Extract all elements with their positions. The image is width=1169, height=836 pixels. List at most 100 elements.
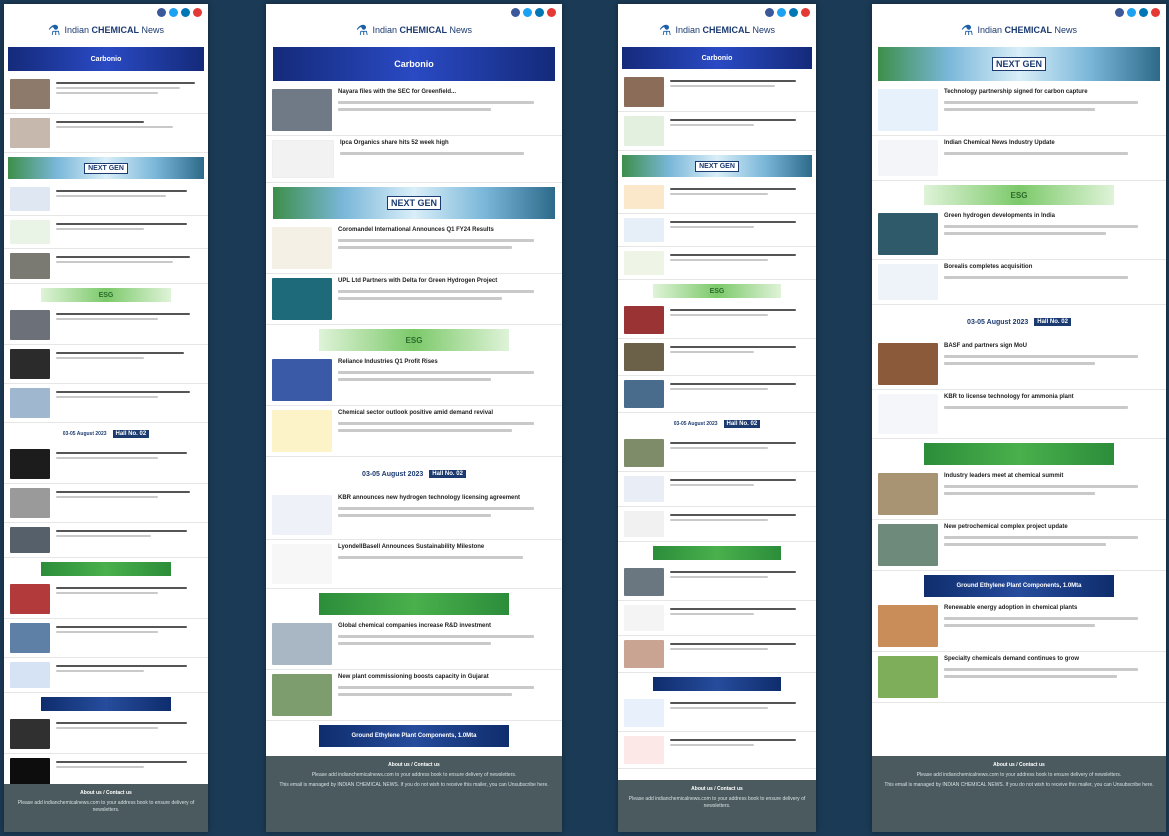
- article-title[interactable]: Green hydrogen developments in India: [944, 213, 1160, 221]
- article-item[interactable]: [618, 302, 816, 339]
- article-item[interactable]: [4, 183, 208, 216]
- article-title[interactable]: Global chemical companies increase R&D i…: [338, 623, 556, 631]
- article-item[interactable]: New petrochemical complex project update: [872, 520, 1166, 571]
- esg-banner[interactable]: ESG: [41, 288, 171, 302]
- article-title[interactable]: BASF and partners sign MoU: [944, 343, 1160, 351]
- article-item[interactable]: Global chemical companies increase R&D i…: [266, 619, 562, 670]
- linkedin-icon[interactable]: [1139, 8, 1148, 17]
- article-item[interactable]: [618, 339, 816, 376]
- twitter-icon[interactable]: [169, 8, 178, 17]
- youtube-icon[interactable]: [193, 8, 202, 17]
- facebook-icon[interactable]: [511, 8, 520, 17]
- article-title[interactable]: Nayara files with the SEC for Greenfield…: [338, 89, 556, 97]
- green-india-banner[interactable]: 03-05 August 2023 Hall No. 02: [319, 461, 509, 487]
- article-item[interactable]: [618, 732, 816, 769]
- article-item[interactable]: [4, 216, 208, 249]
- ethylene-banner[interactable]: [41, 697, 171, 711]
- site-logo[interactable]: ⚗ Indian CHEMICAL News: [4, 21, 208, 43]
- esg-banner[interactable]: ESG: [319, 329, 509, 351]
- article-item[interactable]: Ipca Organics share hits 52 week high: [266, 136, 562, 183]
- article-title[interactable]: Indian Chemical News Industry Update: [944, 140, 1160, 148]
- carbonio-banner[interactable]: Carbonio: [622, 47, 812, 69]
- article-item[interactable]: [4, 249, 208, 284]
- article-item[interactable]: Reliance Industries Q1 Profit Rises: [266, 355, 562, 406]
- green-banner[interactable]: [319, 593, 509, 615]
- article-item[interactable]: [4, 445, 208, 484]
- article-item[interactable]: LyondellBasell Announces Sustainability …: [266, 540, 562, 589]
- article-item[interactable]: [4, 75, 208, 114]
- nextgen-banner[interactable]: NEXT GEN: [8, 157, 204, 179]
- article-item[interactable]: [4, 619, 208, 658]
- site-logo[interactable]: ⚗ Indian CHEMICAL News: [266, 21, 562, 43]
- article-item[interactable]: [4, 384, 208, 423]
- article-item[interactable]: [618, 214, 816, 247]
- article-item[interactable]: [618, 507, 816, 542]
- article-title[interactable]: Renewable energy adoption in chemical pl…: [944, 605, 1160, 613]
- article-item[interactable]: [4, 114, 208, 153]
- article-item[interactable]: [4, 715, 208, 754]
- article-item[interactable]: [618, 636, 816, 673]
- article-item[interactable]: [4, 345, 208, 384]
- article-item[interactable]: Borealis completes acquisition: [872, 260, 1166, 305]
- green-india-banner[interactable]: 03-05 August 2023 Hall No. 02: [653, 417, 781, 431]
- esg-banner[interactable]: ESG: [653, 284, 781, 298]
- article-item[interactable]: [4, 523, 208, 558]
- article-title[interactable]: KBR announces new hydrogen technology li…: [338, 495, 556, 503]
- article-title[interactable]: Chemical sector outlook positive amid de…: [338, 410, 556, 418]
- article-item[interactable]: [4, 658, 208, 693]
- article-title[interactable]: New plant commissioning boosts capacity …: [338, 674, 556, 682]
- linkedin-icon[interactable]: [181, 8, 190, 17]
- article-item[interactable]: KBR announces new hydrogen technology li…: [266, 491, 562, 540]
- site-logo[interactable]: ⚗ Indian CHEMICAL News: [872, 21, 1166, 43]
- article-title[interactable]: Ipca Organics share hits 52 week high: [340, 140, 556, 148]
- article-item[interactable]: Nayara files with the SEC for Greenfield…: [266, 85, 562, 136]
- article-item[interactable]: Technology partnership signed for carbon…: [872, 85, 1166, 136]
- article-item[interactable]: [618, 601, 816, 636]
- article-item[interactable]: Renewable energy adoption in chemical pl…: [872, 601, 1166, 652]
- article-title[interactable]: Coromandel International Announces Q1 FY…: [338, 227, 556, 235]
- carbonio-banner[interactable]: Carbonio: [8, 47, 204, 71]
- nextgen-banner[interactable]: NEXT GEN: [273, 187, 555, 219]
- article-item[interactable]: [618, 247, 816, 280]
- twitter-icon[interactable]: [777, 8, 786, 17]
- article-item[interactable]: [618, 112, 816, 151]
- article-item[interactable]: UPL Ltd Partners with Delta for Green Hy…: [266, 274, 562, 325]
- article-title[interactable]: UPL Ltd Partners with Delta for Green Hy…: [338, 278, 556, 286]
- facebook-icon[interactable]: [157, 8, 166, 17]
- article-item[interactable]: Industry leaders meet at chemical summit: [872, 469, 1166, 520]
- ethylene-banner[interactable]: [653, 677, 781, 691]
- article-item[interactable]: [618, 564, 816, 601]
- article-item[interactable]: New plant commissioning boosts capacity …: [266, 670, 562, 721]
- article-title[interactable]: Borealis completes acquisition: [944, 264, 1160, 272]
- green-india-banner[interactable]: 03-05 August 2023 Hall No. 02: [924, 309, 1114, 335]
- ethylene-banner[interactable]: Ground Ethylene Plant Components, 1.0Mta: [924, 575, 1114, 597]
- twitter-icon[interactable]: [523, 8, 532, 17]
- esg-banner[interactable]: ESG: [924, 185, 1114, 205]
- nextgen-banner[interactable]: NEXT GEN: [622, 155, 812, 177]
- article-item[interactable]: KBR to license technology for ammonia pl…: [872, 390, 1166, 439]
- article-item[interactable]: BASF and partners sign MoU: [872, 339, 1166, 390]
- article-item[interactable]: Green hydrogen developments in India: [872, 209, 1166, 260]
- nextgen-banner[interactable]: NEXT GEN: [878, 47, 1160, 81]
- article-item[interactable]: Chemical sector outlook positive amid de…: [266, 406, 562, 457]
- facebook-icon[interactable]: [765, 8, 774, 17]
- article-item[interactable]: [4, 306, 208, 345]
- green-banner[interactable]: [924, 443, 1114, 465]
- article-title[interactable]: Specialty chemicals demand continues to …: [944, 656, 1160, 664]
- article-item[interactable]: [618, 472, 816, 507]
- youtube-icon[interactable]: [801, 8, 810, 17]
- article-item[interactable]: [618, 695, 816, 732]
- article-title[interactable]: Technology partnership signed for carbon…: [944, 89, 1160, 97]
- article-item[interactable]: [618, 376, 816, 413]
- article-title[interactable]: Industry leaders meet at chemical summit: [944, 473, 1160, 481]
- twitter-icon[interactable]: [1127, 8, 1136, 17]
- site-logo[interactable]: ⚗ Indian CHEMICAL News: [618, 21, 816, 43]
- article-item[interactable]: Specialty chemicals demand continues to …: [872, 652, 1166, 703]
- facebook-icon[interactable]: [1115, 8, 1124, 17]
- linkedin-icon[interactable]: [789, 8, 798, 17]
- green-india-banner[interactable]: 03-05 August 2023 Hall No. 02: [41, 427, 171, 441]
- article-item[interactable]: Coromandel International Announces Q1 FY…: [266, 223, 562, 274]
- linkedin-icon[interactable]: [535, 8, 544, 17]
- green-banner[interactable]: [653, 546, 781, 560]
- carbonio-banner[interactable]: Carbonio: [273, 47, 555, 81]
